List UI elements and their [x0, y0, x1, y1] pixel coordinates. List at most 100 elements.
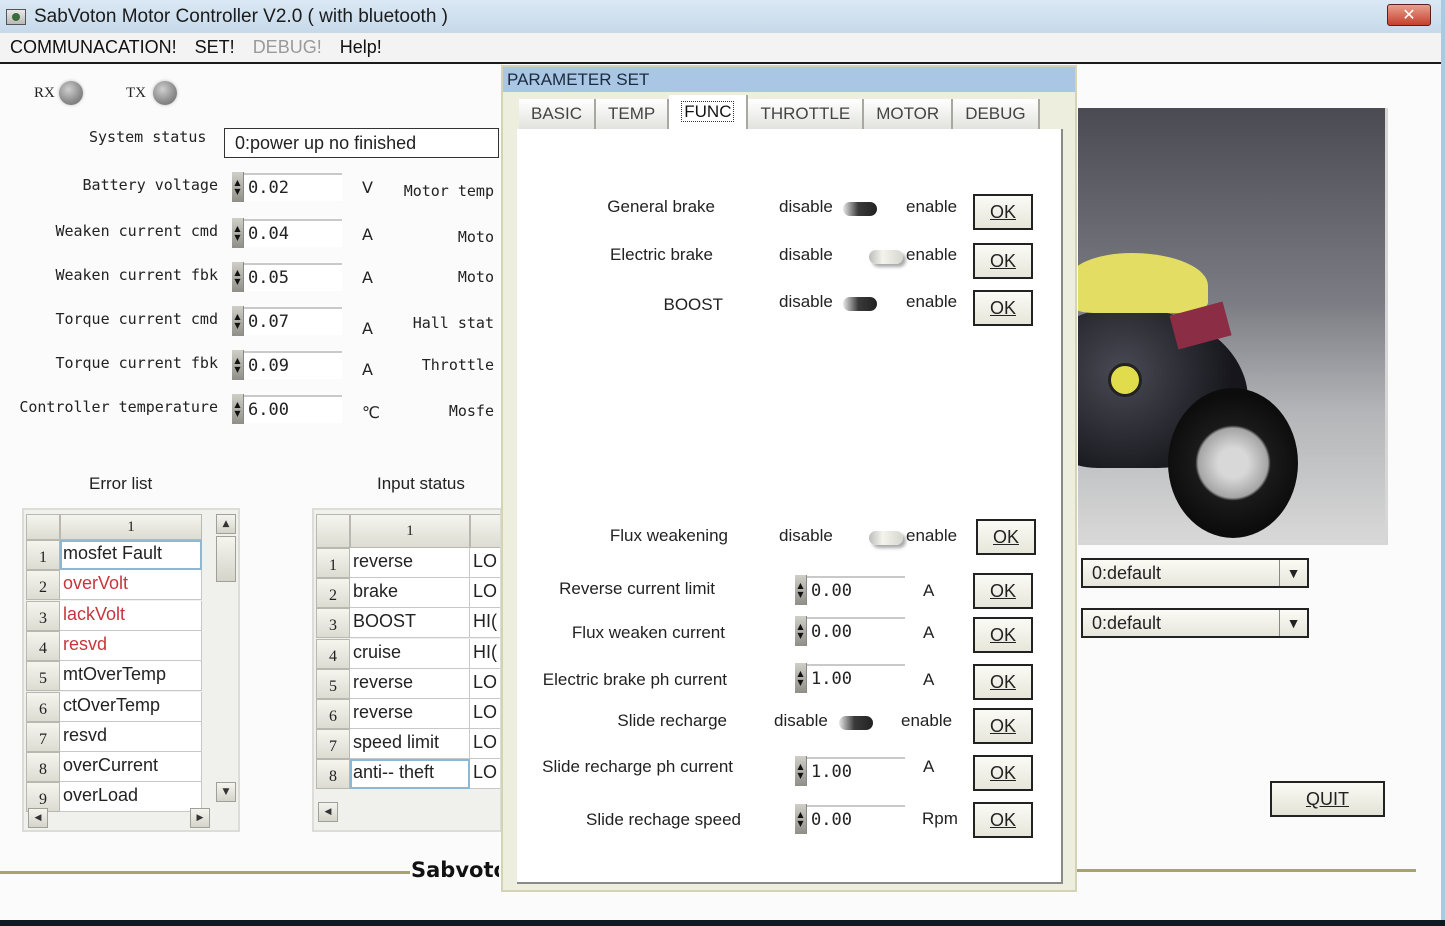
error-list-cell[interactable]: overLoad	[60, 782, 202, 813]
input-status-column-header-2[interactable]	[470, 514, 500, 548]
input-name-cell[interactable]: BOOST	[350, 608, 470, 639]
reading-spinbox[interactable]: ▲ ▼ 0.02	[232, 172, 342, 202]
tab-throttle[interactable]: THROTTLE	[748, 99, 865, 129]
param-value[interactable]: 1.00	[807, 664, 905, 692]
ok-button[interactable]: OK	[973, 290, 1033, 326]
ok-button[interactable]: OK	[973, 802, 1033, 838]
param-value[interactable]: 0.00	[807, 805, 905, 833]
spin-arrows-icon[interactable]: ▲ ▼	[795, 575, 807, 605]
input-status-row[interactable]: 3 BOOST HI(	[316, 608, 500, 639]
close-button[interactable]: ✕	[1387, 4, 1431, 26]
ok-button[interactable]: OK	[976, 519, 1036, 555]
input-state-cell[interactable]: HI(	[470, 638, 500, 669]
tab-motor[interactable]: MOTOR	[864, 99, 954, 129]
menu-communication[interactable]: COMMUNACATION!	[10, 37, 177, 58]
error-list-cell[interactable]: resvd	[60, 721, 202, 752]
reading-value[interactable]: 6.00	[244, 395, 342, 423]
reading-value[interactable]: 0.07	[244, 307, 342, 335]
ok-button[interactable]: OK	[973, 755, 1033, 791]
error-list-row[interactable]: 3 lackVolt	[26, 600, 202, 631]
spin-arrows-icon[interactable]: ▲ ▼	[795, 663, 807, 693]
error-list-row[interactable]: 9 overLoad	[26, 782, 202, 813]
reading-spinbox[interactable]: ▲ ▼ 0.05	[232, 262, 342, 292]
error-list-row[interactable]: 8 overCurrent	[26, 752, 202, 783]
input-name-cell[interactable]: brake	[350, 578, 470, 609]
input-name-cell[interactable]: speed limit	[350, 729, 470, 760]
menu-help[interactable]: Help!	[340, 37, 382, 58]
input-status-row[interactable]: 1 reverse LO	[316, 548, 500, 578]
input-status-row[interactable]: 8 anti-- theft LO	[316, 759, 500, 790]
error-list-cell[interactable]: overCurrent	[60, 752, 202, 783]
spin-arrows-icon[interactable]: ▲ ▼	[232, 262, 244, 292]
toggle-switch[interactable]	[863, 529, 903, 547]
scroll-up-button[interactable]: ▲	[216, 514, 236, 534]
menu-set[interactable]: SET!	[195, 37, 235, 58]
input-status-row[interactable]: 7 speed limit LO	[316, 729, 500, 760]
reading-spinbox[interactable]: ▲ ▼ 0.07	[232, 306, 342, 336]
error-list-row[interactable]: 1 mosfet Fault	[26, 540, 202, 570]
input-name-cell[interactable]: reverse	[350, 548, 470, 578]
reading-spinbox[interactable]: ▲ ▼ 0.09	[232, 350, 342, 380]
error-list-row[interactable]: 5 mtOverTemp	[26, 661, 202, 692]
ok-button[interactable]: OK	[973, 617, 1033, 653]
scroll-left-button[interactable]: ◀	[28, 808, 48, 828]
mode-select-1[interactable]: 0:default ▼	[1081, 558, 1309, 588]
reading-value[interactable]: 0.05	[244, 263, 342, 291]
ok-button[interactable]: OK	[973, 708, 1033, 744]
param-spinbox[interactable]: ▲ ▼ 1.00	[795, 663, 905, 693]
input-status-row[interactable]: 6 reverse LO	[316, 699, 500, 729]
spin-arrows-icon[interactable]: ▲ ▼	[232, 350, 244, 380]
error-list-cell[interactable]: ctOverTemp	[60, 691, 202, 722]
input-state-cell[interactable]: LO	[470, 699, 500, 729]
param-spinbox[interactable]: ▲ ▼ 0.00	[795, 616, 905, 646]
chevron-down-icon[interactable]: ▼	[1279, 560, 1307, 586]
tab-debug[interactable]: DEBUG	[953, 99, 1040, 129]
error-list-row[interactable]: 2 overVolt	[26, 570, 202, 601]
scroll-left-button[interactable]: ◀	[318, 802, 338, 822]
tab-func[interactable]: FUNC	[669, 95, 749, 129]
error-list-cell[interactable]: mtOverTemp	[60, 661, 202, 692]
quit-button[interactable]: QUIT	[1270, 781, 1385, 817]
input-state-cell[interactable]: LO	[470, 668, 500, 699]
spin-arrows-icon[interactable]: ▲ ▼	[795, 616, 807, 646]
toggle-switch[interactable]	[863, 248, 903, 266]
spin-arrows-icon[interactable]: ▲ ▼	[795, 756, 807, 786]
reading-spinbox[interactable]: ▲ ▼ 0.04	[232, 218, 342, 248]
tab-basic[interactable]: BASIC	[519, 99, 597, 129]
error-list-row[interactable]: 4 resvd	[26, 630, 202, 661]
input-name-cell[interactable]: cruise	[350, 638, 470, 669]
spin-arrows-icon[interactable]: ▲ ▼	[232, 306, 244, 336]
reading-value[interactable]: 0.04	[244, 219, 342, 247]
input-name-cell[interactable]: reverse	[350, 699, 470, 729]
param-spinbox[interactable]: ▲ ▼ 0.00	[795, 575, 905, 605]
toggle-switch[interactable]	[843, 295, 883, 313]
ok-button[interactable]: OK	[973, 243, 1033, 279]
param-spinbox[interactable]: ▲ ▼ 1.00	[795, 756, 905, 786]
ok-button[interactable]: OK	[973, 194, 1033, 230]
spin-arrows-icon[interactable]: ▲ ▼	[232, 394, 244, 424]
input-status-row[interactable]: 5 reverse LO	[316, 668, 500, 699]
reading-value[interactable]: 0.09	[244, 351, 342, 379]
ok-button[interactable]: OK	[973, 573, 1033, 609]
input-state-cell[interactable]: LO	[470, 729, 500, 760]
input-name-cell[interactable]: reverse	[350, 668, 470, 699]
input-status-row[interactable]: 2 brake LO	[316, 578, 500, 609]
error-list-cell[interactable]: mosfet Fault	[60, 540, 202, 570]
spin-arrows-icon[interactable]: ▲ ▼	[232, 172, 244, 202]
param-spinbox[interactable]: ▲ ▼ 0.00	[795, 804, 905, 834]
input-state-cell[interactable]: LO	[470, 548, 500, 578]
error-list-cell[interactable]: overVolt	[60, 570, 202, 601]
chevron-down-icon[interactable]: ▼	[1279, 610, 1307, 636]
toggle-switch[interactable]	[839, 714, 879, 732]
input-status-column-header[interactable]: 1	[350, 514, 470, 548]
input-state-cell[interactable]: LO	[470, 759, 500, 790]
reading-value[interactable]: 0.02	[244, 173, 342, 201]
reading-spinbox[interactable]: ▲ ▼ 6.00	[232, 394, 342, 424]
error-list-row[interactable]: 7 resvd	[26, 721, 202, 752]
input-state-cell[interactable]: HI(	[470, 608, 500, 639]
param-value[interactable]: 0.00	[807, 576, 905, 604]
tab-temp[interactable]: TEMP	[596, 99, 670, 129]
param-value[interactable]: 0.00	[807, 617, 905, 645]
spin-arrows-icon[interactable]: ▲ ▼	[795, 804, 807, 834]
input-status-row[interactable]: 4 cruise HI(	[316, 638, 500, 669]
